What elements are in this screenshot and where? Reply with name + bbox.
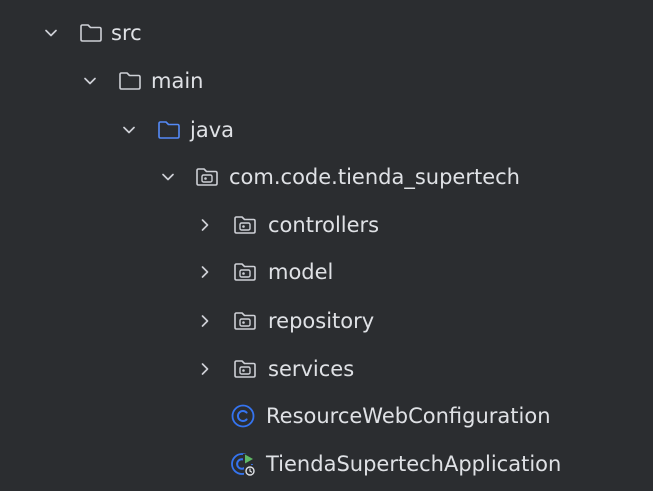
tree-node-tienda-supertech-application[interactable]: TiendaSupertechApplication [0,440,653,488]
package-icon [196,168,218,186]
tree-node-label: TiendaSupertechApplication [266,452,562,476]
chevron-right-icon[interactable] [195,359,215,379]
chevron-right-icon[interactable] [195,311,215,331]
tree-node-label: ResourceWebConfiguration [266,404,551,428]
project-tree: src main java com.code.tienda_supertech [0,0,653,491]
tree-node-package-root[interactable]: com.code.tienda_supertech [0,153,653,201]
tree-node-resource-web-configuration[interactable]: ResourceWebConfiguration [0,392,653,440]
chevron-right-icon[interactable] [195,215,215,235]
tree-node-label: controllers [268,213,380,237]
source-root-folder-icon [158,121,180,139]
package-icon [234,312,256,330]
tree-node-label: repository [268,309,375,333]
tree-node-controllers[interactable]: controllers [0,201,653,249]
tree-node-label: services [268,357,355,381]
tree-node-label: java [190,118,234,142]
tree-node-src[interactable]: src [0,9,653,57]
chevron-down-icon[interactable] [119,120,139,140]
runnable-class-icon [231,453,256,477]
chevron-down-icon[interactable] [80,71,100,91]
tree-node-label: src [111,21,142,45]
chevron-down-icon[interactable] [158,167,178,187]
chevron-right-icon[interactable] [195,262,215,282]
folder-icon [119,72,141,90]
tree-node-java[interactable]: java [0,106,653,154]
tree-node-main[interactable]: main [0,57,653,105]
package-icon [234,360,256,378]
tree-node-label: com.code.tienda_supertech [229,165,520,189]
tree-node-repository[interactable]: repository [0,297,653,345]
folder-icon [80,24,102,42]
tree-node-label: model [268,260,334,284]
tree-node-model[interactable]: model [0,248,653,296]
package-icon [234,263,256,281]
chevron-down-icon[interactable] [41,23,61,43]
class-icon [231,404,255,428]
package-icon [234,216,256,234]
tree-node-label: main [151,69,204,93]
tree-node-services[interactable]: services [0,345,653,393]
